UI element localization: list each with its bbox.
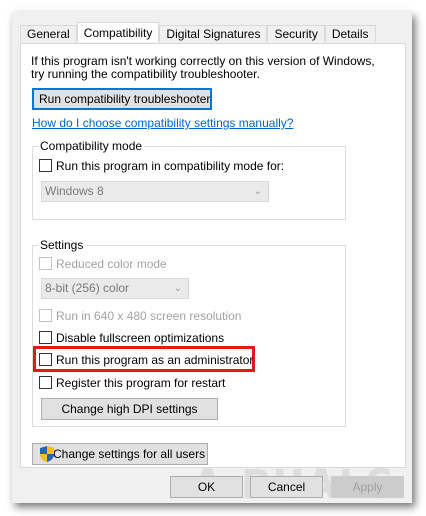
run-as-admin-checkbox[interactable] — [39, 353, 52, 366]
change-dpi-button[interactable]: Change high DPI settings — [41, 398, 218, 420]
compatibility-page: If this program isn't working correctly … — [20, 43, 406, 468]
register-restart-checkbox[interactable] — [39, 376, 52, 389]
tab-strip: General Compatibility Digital Signatures… — [20, 22, 376, 44]
reduced-color-label: Reduced color mode — [56, 257, 167, 271]
compatibility-mode-label: Run this program in compatibility mode f… — [56, 159, 285, 173]
run-troubleshooter-button[interactable]: Run compatibility troubleshooter — [32, 88, 212, 110]
settings-legend: Settings — [38, 238, 86, 252]
os-version-value: Windows 8 — [45, 184, 104, 198]
apply-button[interactable]: Apply — [331, 476, 404, 498]
resolution-label: Run in 640 x 480 screen resolution — [56, 309, 242, 323]
reduced-color-checkbox[interactable] — [39, 257, 52, 270]
fullscreen-optimizations-checkbox[interactable] — [39, 331, 52, 344]
tab-compatibility[interactable]: Compatibility — [76, 22, 160, 42]
manual-settings-link[interactable]: How do I choose compatibility settings m… — [32, 116, 293, 130]
intro-line-1: If this program isn't working correctly … — [31, 54, 375, 68]
fullscreen-optimizations-label: Disable fullscreen optimizations — [56, 331, 225, 345]
chevron-down-icon: ⌄ — [253, 186, 262, 197]
compatibility-mode-checkbox[interactable] — [39, 159, 52, 172]
change-all-users-label: Change settings for all users — [53, 447, 206, 461]
chevron-down-icon: ⌄ — [173, 283, 182, 294]
tab-general[interactable]: General — [20, 25, 77, 42]
color-depth-select[interactable]: 8-bit (256) color ⌄ — [41, 278, 189, 299]
tab-security[interactable]: Security — [267, 25, 325, 42]
compatibility-mode-legend: Compatibility mode — [38, 139, 145, 153]
change-all-users-button[interactable]: Change settings for all users — [32, 443, 208, 465]
tab-digital-signatures[interactable]: Digital Signatures — [159, 25, 268, 42]
os-version-select[interactable]: Windows 8 ⌄ — [41, 181, 269, 202]
resolution-checkbox[interactable] — [39, 309, 52, 322]
register-restart-label: Register this program for restart — [56, 376, 226, 390]
tab-details[interactable]: Details — [324, 25, 376, 42]
run-as-admin-label: Run this program as an administrator — [56, 353, 254, 367]
ok-button[interactable]: OK — [170, 476, 243, 498]
intro-line-2: try running the compatibility troublesho… — [31, 67, 260, 81]
shield-icon — [40, 446, 54, 465]
color-depth-value: 8-bit (256) color — [45, 281, 130, 295]
properties-dialog: General Compatibility Digital Signatures… — [12, 12, 412, 508]
cancel-button[interactable]: Cancel — [250, 476, 323, 498]
